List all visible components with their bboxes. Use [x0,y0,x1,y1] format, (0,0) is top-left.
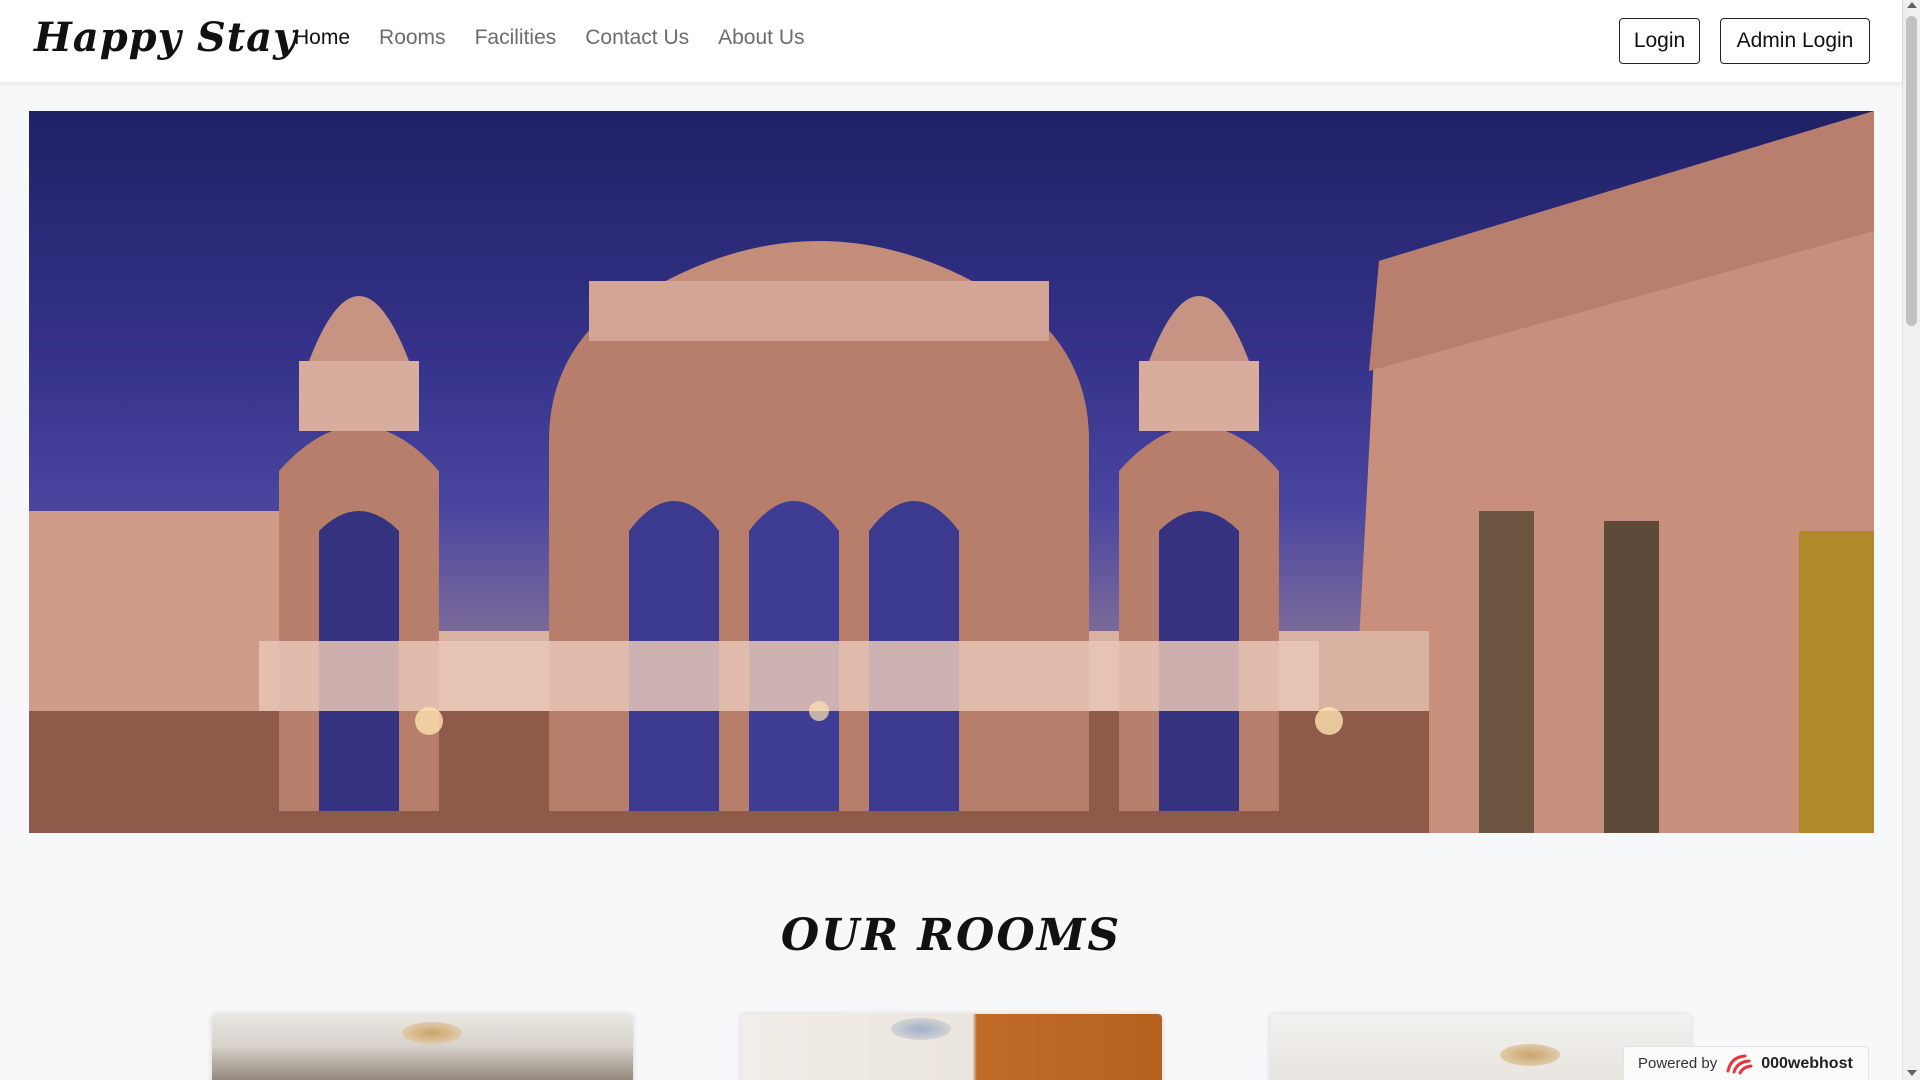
hero-image [29,111,1874,833]
nav-link-facilities[interactable]: Facilities [475,26,557,50]
ceiling-decoration [402,1022,462,1044]
hero-palace-illustration [29,111,1874,833]
webhost-brand-name: 000webhost [1761,1054,1853,1072]
ceiling-decoration [891,1018,951,1040]
scroll-up-icon[interactable] [1907,2,1917,8]
site-logo[interactable]: Happy Stay [34,14,297,61]
scroll-thumb[interactable] [1906,16,1917,326]
nav-link-about-us[interactable]: About Us [718,26,804,50]
scroll-down-icon[interactable] [1907,1070,1917,1076]
nav-links: Home Rooms Facilities Contact Us About U… [294,26,834,50]
admin-login-button[interactable]: Admin Login [1720,18,1870,64]
login-button[interactable]: Login [1619,18,1700,64]
nav-link-rooms[interactable]: Rooms [379,26,446,50]
room-card-1[interactable] [212,1014,633,1080]
ceiling-decoration [1500,1044,1560,1066]
powered-by-badge[interactable]: Powered by 000webhost [1623,1046,1869,1080]
top-navbar: Happy Stay Home Rooms Facilities Contact… [0,0,1902,82]
our-rooms-heading: OUR ROOMS [780,910,1122,961]
room-card-2[interactable] [741,1014,1162,1080]
powered-by-label: Powered by [1638,1055,1718,1072]
page-scrollbar[interactable] [1902,0,1920,1080]
nav-link-contact-us[interactable]: Contact Us [585,26,689,50]
webhost-logo-icon [1725,1053,1753,1075]
nav-link-home[interactable]: Home [294,26,350,50]
